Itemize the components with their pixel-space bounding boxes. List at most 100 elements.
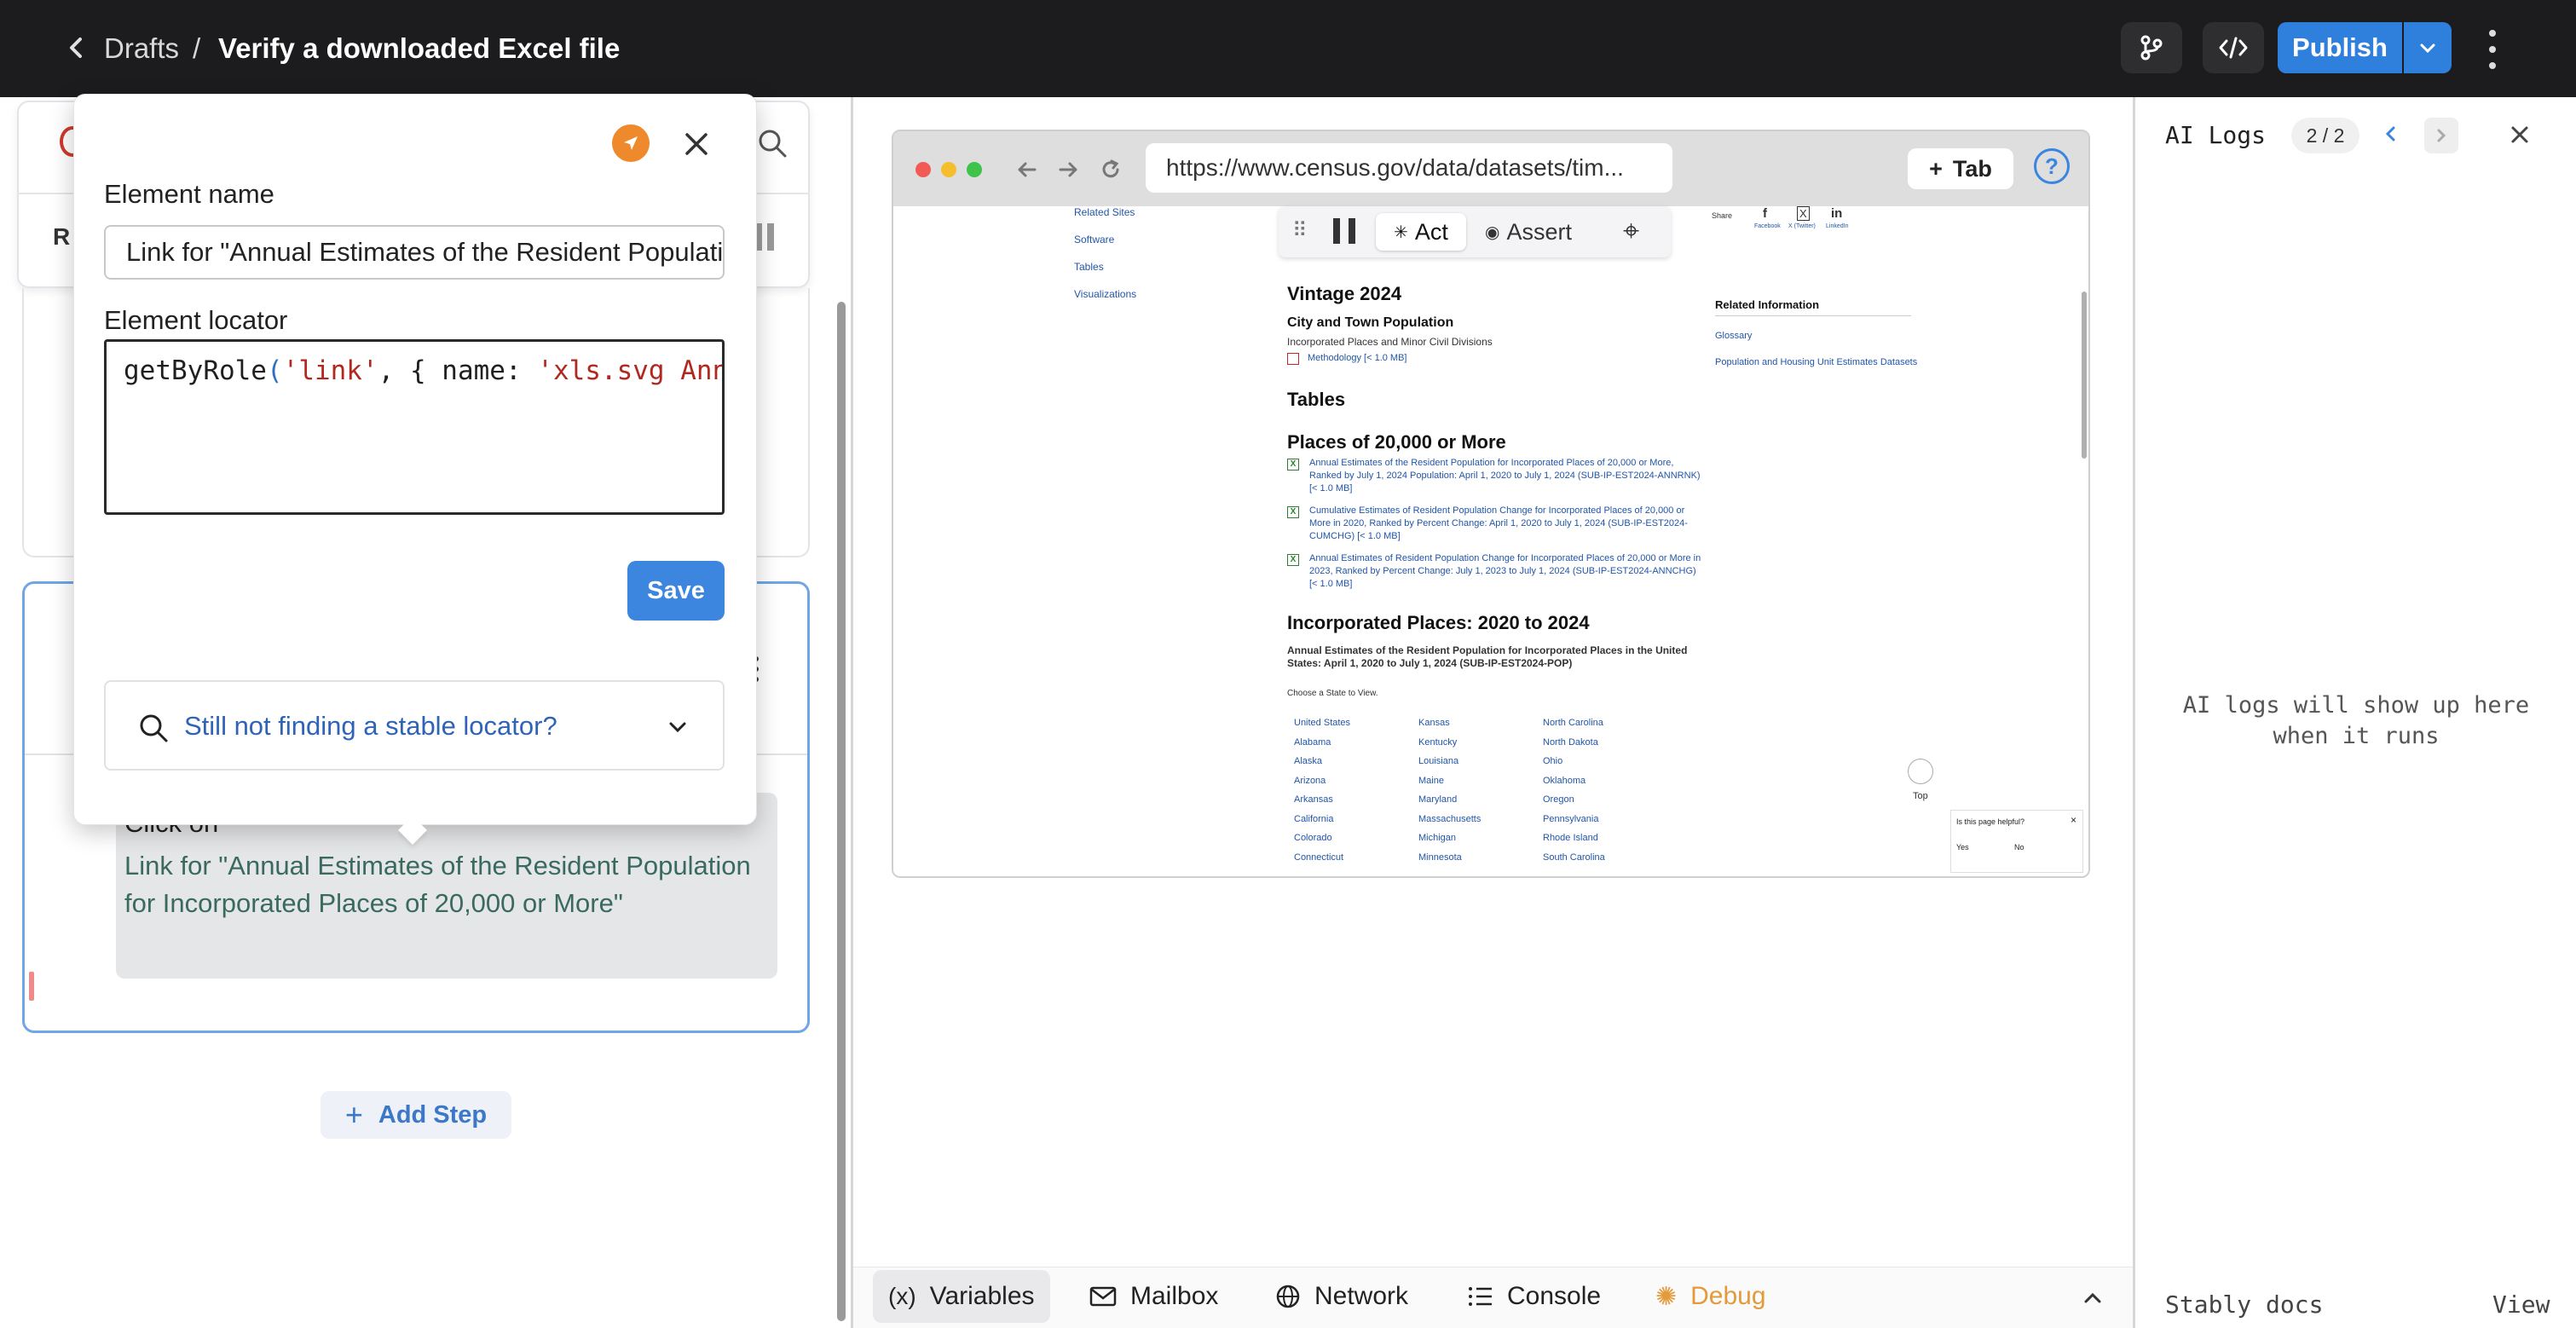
drag-handle-icon[interactable]: ⠿ (1292, 218, 1308, 243)
close-icon[interactable] (2508, 123, 2532, 147)
related-link[interactable]: Glossary (1715, 331, 1752, 341)
more-options-icon[interactable] (2477, 26, 2508, 73)
dataset-link[interactable]: Annual Estimates of the Resident Populat… (1309, 457, 1701, 495)
add-step-button[interactable]: + Add Step (321, 1091, 511, 1139)
plus-icon: + (1929, 155, 1943, 182)
scroll-top-button[interactable] (1908, 759, 1933, 784)
forward-arrow-icon[interactable] (1055, 157, 1081, 182)
branch-button[interactable] (2121, 22, 2182, 73)
page-title[interactable]: Verify a downloaded Excel file (218, 31, 620, 66)
state-link[interactable]: North Dakota (1543, 737, 1598, 748)
page-scrollbar[interactable] (2082, 292, 2087, 459)
state-link[interactable]: Pennsylvania (1543, 814, 1598, 824)
state-link[interactable]: United States (1294, 718, 1350, 728)
help-icon[interactable]: ? (2034, 148, 2070, 184)
dataset-link[interactable]: Cumulative Estimates of Resident Populat… (1309, 505, 1701, 543)
reload-icon[interactable] (1098, 157, 1123, 182)
top-label[interactable]: Top (1913, 791, 1928, 801)
state-link[interactable]: Ohio (1543, 756, 1562, 766)
state-link[interactable]: Arizona (1294, 776, 1326, 786)
state-link[interactable]: Colorado (1294, 833, 1332, 843)
save-button[interactable]: Save (627, 561, 725, 621)
side-link[interactable]: Related Sites (1074, 206, 1135, 218)
helpful-yes[interactable]: Yes (1956, 843, 1969, 852)
state-link[interactable]: Massachusetts (1418, 814, 1481, 824)
breadcrumb-drafts[interactable]: Drafts (104, 31, 179, 66)
code-button[interactable] (2203, 22, 2264, 73)
state-link[interactable]: South Carolina (1543, 852, 1605, 863)
linkedin-icon[interactable]: in (1831, 206, 1842, 221)
state-link[interactable]: Maryland (1418, 794, 1457, 805)
close-icon[interactable]: × (2071, 814, 2076, 826)
state-link[interactable]: Kentucky (1418, 737, 1457, 748)
tab-label: Console (1507, 1282, 1602, 1310)
recorder-toolbar: ⠿ ⌖ (1279, 206, 1671, 257)
tab-variables[interactable]: (x) Variables (873, 1270, 1050, 1323)
side-link[interactable]: Tables (1074, 261, 1104, 273)
sparkle-icon: ✳ (1394, 222, 1408, 242)
stably-docs-link[interactable]: Stably docs (2165, 1290, 2323, 1319)
step-target-text: Link for "Annual Estimates of the Reside… (124, 851, 751, 918)
tab-label: Tab (1952, 155, 1992, 182)
state-link[interactable]: Connecticut (1294, 852, 1343, 863)
close-icon[interactable] (680, 128, 713, 160)
state-link[interactable]: Arkansas (1294, 794, 1333, 805)
state-link[interactable]: Rhode Island (1543, 833, 1598, 843)
state-link[interactable]: Oklahoma (1543, 776, 1585, 786)
city-town-subtitle: Incorporated Places and Minor Civil Divi… (1287, 336, 1493, 348)
state-link[interactable]: Oregon (1543, 794, 1574, 805)
methodology-link[interactable]: Methodology [< 1.0 MB] (1308, 353, 1406, 363)
related-link[interactable]: Population and Housing Unit Estimates Da… (1715, 356, 1920, 369)
search-icon[interactable] (755, 126, 789, 160)
chevron-up-icon[interactable] (2080, 1285, 2105, 1311)
stable-locator-hint[interactable]: Still not finding a stable locator? (184, 711, 557, 742)
element-name-input[interactable]: Link for "Annual Estimates of the Reside… (104, 225, 725, 280)
next-log-button[interactable] (2424, 118, 2458, 153)
publish-options-button[interactable] (2404, 22, 2452, 73)
chevron-left-icon[interactable] (2378, 121, 2404, 147)
facebook-icon[interactable]: f (1763, 206, 1767, 221)
helpful-no[interactable]: No (2014, 843, 2024, 852)
view-link[interactable]: View (2492, 1290, 2550, 1319)
chevron-down-icon (2420, 43, 2435, 54)
pause-icon[interactable] (1333, 218, 1355, 244)
assert-button[interactable]: ◉ Assert (1485, 213, 1572, 251)
state-link[interactable]: Michigan (1418, 833, 1456, 843)
crosshair-icon[interactable]: ⌖ (1623, 215, 1639, 248)
state-link[interactable]: California (1294, 814, 1333, 824)
tab-mailbox[interactable]: Mailbox (1089, 1270, 1218, 1323)
act-button[interactable]: ✳ Act (1376, 213, 1466, 251)
state-link[interactable]: Minnesota (1418, 852, 1462, 863)
side-link[interactable]: Software (1074, 234, 1114, 245)
pause-icon[interactable] (755, 223, 774, 251)
chevron-down-icon[interactable] (665, 714, 690, 740)
element-locator-editor[interactable]: getByRole('link', { name: 'xls.svg Annua… (104, 339, 725, 515)
tab-console[interactable]: Console (1468, 1270, 1601, 1323)
maximize-window-dot[interactable] (967, 162, 982, 177)
url-bar[interactable]: https://www.census.gov/data/datasets/tim… (1146, 143, 1672, 193)
state-link[interactable]: North Carolina (1543, 718, 1603, 728)
share-linkedin-label[interactable]: LinkedIn (1826, 223, 1848, 229)
dataset-link[interactable]: Annual Estimates of Resident Population … (1309, 552, 1701, 591)
state-link[interactable]: Louisiana (1418, 756, 1458, 766)
left-scrollbar[interactable] (837, 302, 846, 1321)
chevron-left-icon[interactable] (60, 31, 94, 65)
tab-network[interactable]: Network (1275, 1270, 1408, 1323)
state-link[interactable]: Alabama (1294, 737, 1331, 748)
share-facebook-label[interactable]: Facebook (1754, 223, 1781, 229)
tab-debug[interactable]: ✺ Debug (1655, 1270, 1766, 1323)
state-link[interactable]: Kansas (1418, 718, 1450, 728)
share-x-label[interactable]: X (Twitter) (1788, 223, 1816, 229)
publish-button[interactable]: Publish (2278, 22, 2402, 73)
close-window-dot[interactable] (915, 162, 931, 177)
new-tab-button[interactable]: + Tab (1908, 148, 2013, 189)
side-link[interactable]: Visualizations (1074, 288, 1136, 300)
state-link[interactable]: Alaska (1294, 756, 1322, 766)
city-town-heading: City and Town Population (1287, 315, 1454, 330)
state-link[interactable]: Maine (1418, 776, 1444, 786)
related-heading: Related Information (1715, 298, 1820, 311)
back-arrow-icon[interactable] (1014, 157, 1040, 182)
minimize-window-dot[interactable] (941, 162, 956, 177)
x-twitter-icon[interactable]: X (1797, 206, 1810, 221)
locate-element-icon[interactable] (612, 124, 650, 162)
